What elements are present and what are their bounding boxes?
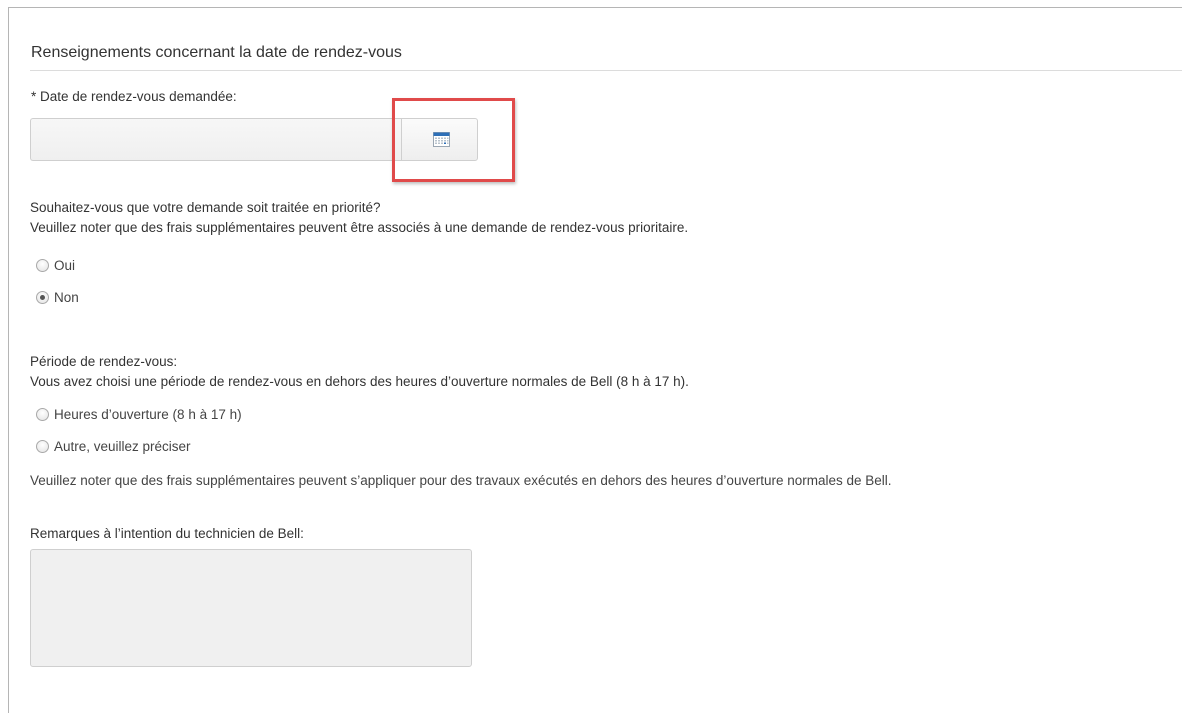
remarks-textarea[interactable]: [30, 549, 472, 667]
radio-oui[interactable]: [36, 259, 49, 272]
priority-option-non[interactable]: Non: [36, 290, 79, 305]
period-option-label: Autre, veuillez préciser: [54, 439, 191, 454]
period-option-label: Heures d’ouverture (8 h à 17 h): [54, 407, 242, 422]
radio-other[interactable]: [36, 440, 49, 453]
priority-option-label: Non: [54, 290, 79, 305]
date-input[interactable]: [30, 118, 401, 161]
period-option-business-hours[interactable]: Heures d’ouverture (8 h à 17 h): [36, 407, 242, 422]
priority-note: Veuillez noter que des frais supplémenta…: [30, 220, 689, 235]
priority-option-oui[interactable]: Oui: [36, 258, 75, 273]
date-field-label: * Date de rendez-vous demandée:: [31, 89, 237, 104]
remarks-label: Remarques à l’intention du technicien de…: [30, 526, 304, 541]
section-divider: [30, 70, 1182, 71]
section-title: Renseignements concernant la date de ren…: [31, 44, 402, 61]
period-option-other[interactable]: Autre, veuillez préciser: [36, 439, 191, 454]
radio-business-hours[interactable]: [36, 408, 49, 421]
period-fee-note: Veuillez noter que des frais supplémenta…: [30, 473, 892, 488]
radio-non[interactable]: [36, 291, 49, 304]
period-info: Vous avez choisi une période de rendez-v…: [30, 374, 689, 389]
priority-question: Souhaitez-vous que votre demande soit tr…: [30, 200, 381, 215]
calendar-icon: [433, 132, 450, 147]
calendar-button[interactable]: [401, 118, 478, 161]
date-picker-group: [30, 118, 478, 161]
priority-option-label: Oui: [54, 258, 76, 273]
period-label: Période de rendez-vous:: [30, 354, 178, 369]
